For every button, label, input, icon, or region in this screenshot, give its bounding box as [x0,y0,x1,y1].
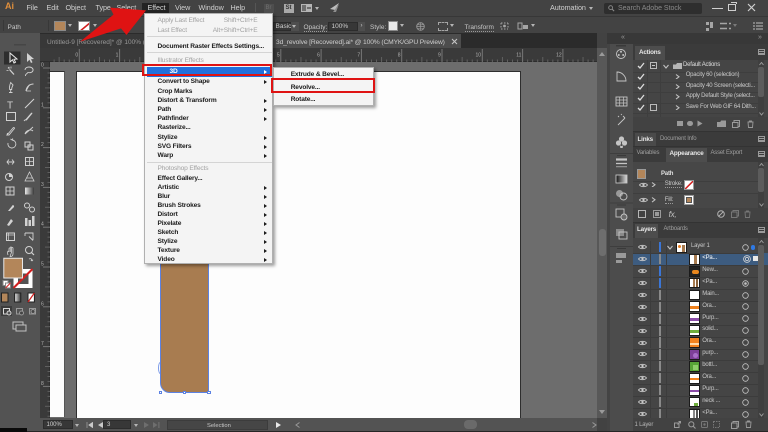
svg-text:1: 1 [41,102,44,108]
svg-text:7: 7 [41,341,44,347]
svg-text:5: 5 [41,262,44,268]
svg-text:3: 3 [41,182,44,188]
svg-text:0: 0 [75,53,78,59]
svg-text:11: 11 [516,53,521,59]
svg-text:6: 6 [317,53,320,59]
svg-text:0: 0 [41,63,44,69]
svg-text:7: 7 [357,53,360,59]
svg-text:8: 8 [41,381,44,387]
svg-text:T: T [7,101,13,112]
svg-text:2: 2 [41,142,44,148]
svg-text:8: 8 [398,53,401,59]
svg-text:12: 12 [556,53,562,59]
svg-text:1: 1 [116,53,119,59]
svg-text:5: 5 [277,53,280,59]
svg-text:10: 10 [476,53,482,59]
svg-text:6: 6 [41,301,44,307]
svg-text:4: 4 [41,222,44,228]
svg-text:9: 9 [438,53,441,59]
